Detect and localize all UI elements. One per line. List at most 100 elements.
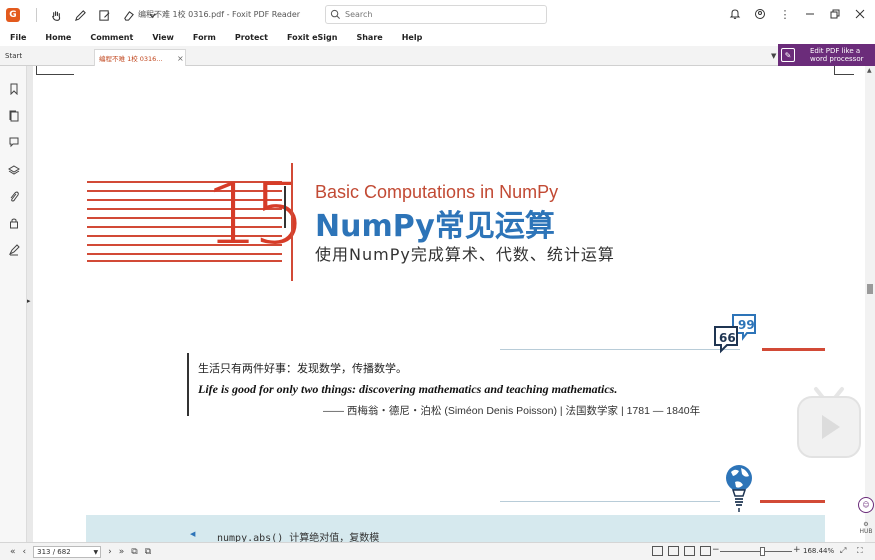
chapter-english-title: Basic Computations in NumPy <box>315 182 559 202</box>
menu-bar: File Home Comment View Form Protect Foxi… <box>0 30 875 46</box>
fit-page-icon[interactable]: ⤢ <box>840 546 846 556</box>
crop-mark <box>834 66 835 74</box>
navigation-sidebar <box>0 66 27 542</box>
layers-icon[interactable] <box>7 163 20 176</box>
menu-file[interactable]: File <box>10 30 26 46</box>
bookmark-icon[interactable] <box>7 82 20 95</box>
menu-share[interactable]: Share <box>356 30 382 46</box>
menu-view[interactable]: View <box>152 30 174 46</box>
bell-icon[interactable] <box>728 6 742 22</box>
quote-rule <box>500 349 740 350</box>
quote-bar <box>187 353 189 416</box>
edit-pdf-promo-button[interactable]: ✎ Edit PDF like a word processor <box>778 44 875 66</box>
play-overlay-icon[interactable] <box>796 385 862 459</box>
title-divider <box>291 163 293 281</box>
scroll-up-icon[interactable]: ▲ <box>867 67 872 74</box>
quote-chinese: 生活只有两件好事：发现数学，传播数学。 <box>198 362 407 375</box>
window-controls: ⋮ <box>728 6 867 22</box>
code-description: 计算绝对值，复数模 <box>289 533 380 542</box>
minimize-icon[interactable] <box>803 6 817 22</box>
prev-page-icon[interactable]: ‹ <box>23 547 27 557</box>
pages-icon[interactable] <box>7 109 20 122</box>
pen-icon[interactable] <box>73 8 87 22</box>
document-page: 15 Basic Computations in NumPy NumPy常见运算… <box>33 66 865 542</box>
security-icon[interactable] <box>7 216 20 229</box>
comments-icon[interactable] <box>7 135 20 148</box>
restore-icon[interactable] <box>828 6 842 22</box>
quote-rule-accent <box>762 348 825 351</box>
tab-start[interactable]: Start <box>5 52 22 60</box>
status-bar: « ‹ 313 / 682 ▼ › » ⧉ ⧉ − + 168.44% ⤢ ⛶ <box>0 542 875 560</box>
tab-strip: Start 编程不难 1校 0316... × ▼ <box>0 46 875 66</box>
page-back-icon[interactable]: ⧉ <box>131 547 137 557</box>
menu-protect[interactable]: Protect <box>235 30 268 46</box>
zoom-slider-knob[interactable] <box>760 547 765 556</box>
single-page-view-icon[interactable] <box>652 546 663 556</box>
divider <box>36 8 37 22</box>
menu-comment[interactable]: Comment <box>90 30 133 46</box>
window-title: 编程不难 1校 0316.pdf - Foxit PDF Reader <box>138 10 301 19</box>
facing-view-icon[interactable] <box>684 546 695 556</box>
menu-home[interactable]: Home <box>45 30 71 46</box>
page-dropdown-icon[interactable]: ▼ <box>94 547 99 558</box>
zoom-slider-track[interactable] <box>720 551 792 552</box>
code-function: numpy.abs() <box>217 533 284 542</box>
edit-pdf-icon: ✎ <box>781 48 795 62</box>
continuous-facing-view-icon[interactable] <box>700 546 711 556</box>
quote-attribution: —— 西梅翁・德尼・泊松 (Siméon Denis Poisson) | 法国… <box>323 405 701 417</box>
promo-text: Edit PDF like a word processor <box>810 47 864 63</box>
search-box[interactable] <box>325 5 547 24</box>
code-summary-box: ◀ numpy.abs() 计算绝对值，复数模 <box>86 515 825 542</box>
last-page-icon[interactable]: » <box>119 547 125 557</box>
sidebar-collapse-icon[interactable]: ▸ <box>27 297 31 305</box>
first-page-icon[interactable]: « <box>10 547 16 557</box>
page-number-field[interactable]: 313 / 682 ▼ <box>33 546 102 558</box>
search-icon <box>330 9 340 19</box>
foxit-logo-icon[interactable]: G <box>6 8 20 22</box>
quote-bubbles-icon: 99 66 <box>714 314 756 354</box>
code-line: numpy.abs() 计算绝对值，复数模 <box>217 529 379 542</box>
crop-mark <box>834 74 854 75</box>
tab-close-icon[interactable]: × <box>177 54 184 63</box>
continuous-view-icon[interactable] <box>668 546 679 556</box>
eraser-icon[interactable] <box>121 8 135 22</box>
svg-text:99: 99 <box>738 318 755 332</box>
crop-mark <box>36 66 37 74</box>
more-icon[interactable]: ⋮ <box>778 6 792 22</box>
attachment-icon[interactable] <box>7 190 20 203</box>
search-input[interactable] <box>345 10 535 19</box>
promo-line-2: word processor <box>810 55 864 63</box>
zoom-level[interactable]: 168.44% <box>803 547 834 555</box>
promo-line-1: Edit PDF like a <box>810 47 861 55</box>
crop-mark <box>36 74 74 75</box>
foxit-window: G 编程不难 1校 0316.pdf - Foxit PDF Reader Se… <box>0 0 875 560</box>
page-forward-icon[interactable]: ⧉ <box>145 547 151 557</box>
menu-help[interactable]: Help <box>402 30 423 46</box>
scrollbar-thumb[interactable] <box>867 284 873 294</box>
tab-list-dropdown-icon[interactable]: ▼ <box>771 52 776 60</box>
lightbulb-globe-icon <box>726 465 752 512</box>
zoom-in-icon[interactable]: + <box>793 545 801 555</box>
fullscreen-icon[interactable]: ⛶ <box>857 546 863 556</box>
zoom-out-icon[interactable]: − <box>712 545 720 555</box>
edit-icon[interactable] <box>97 8 111 22</box>
section-rule <box>500 501 720 502</box>
next-page-icon[interactable]: › <box>108 547 112 557</box>
hub-icon[interactable]: ⚙ HUB <box>858 521 874 539</box>
vertical-scrollbar[interactable]: ▲ <box>865 66 875 542</box>
menu-foxit-esign[interactable]: Foxit eSign <box>287 30 338 46</box>
user-icon[interactable] <box>753 6 767 22</box>
view-modes <box>652 546 711 556</box>
close-icon[interactable] <box>853 6 867 22</box>
assistant-icon[interactable]: ☺ <box>858 497 874 513</box>
section-rule-accent <box>760 500 825 503</box>
menu-form[interactable]: Form <box>193 30 216 46</box>
quote-english: Life is good for only two things: discov… <box>198 382 618 396</box>
tab-document[interactable]: 编程不难 1校 0316... × <box>94 49 186 66</box>
hand-icon[interactable] <box>49 8 63 22</box>
title-bar: G 编程不难 1校 0316.pdf - Foxit PDF Reader Se… <box>0 0 875 30</box>
tab-document-label: 编程不难 1校 0316... <box>99 55 163 63</box>
signature-icon[interactable] <box>7 243 20 256</box>
page-navigation: « ‹ 313 / 682 ▼ › » ⧉ ⧉ <box>10 546 151 558</box>
page-number-value: 313 / 682 <box>37 548 71 556</box>
